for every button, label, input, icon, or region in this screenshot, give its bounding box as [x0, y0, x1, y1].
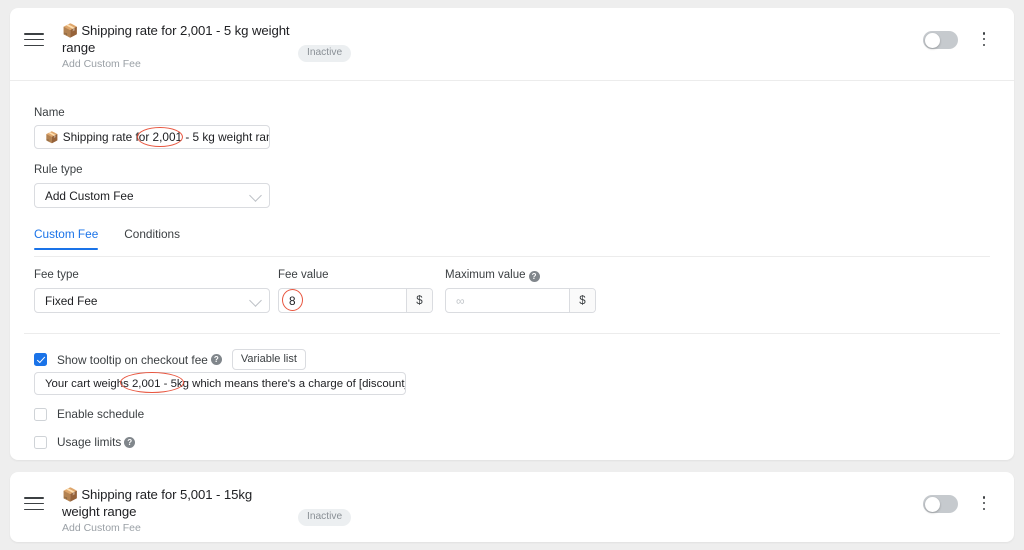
enable-schedule-label: Enable schedule — [57, 407, 145, 421]
tab-divider — [34, 256, 990, 257]
fee-section-divider — [24, 333, 1000, 334]
maximum-value-currency-suffix: $ — [569, 289, 595, 312]
chevron-down-icon — [249, 188, 262, 202]
card-header-text: 📦 Shipping rate for 2,001 - 5 kg weight r… — [62, 22, 292, 71]
rule-type-select[interactable]: Add Custom Fee — [34, 183, 270, 208]
fee-value-input[interactable]: 8 — [279, 289, 406, 312]
drag-handle-icon[interactable] — [24, 33, 44, 47]
card-header-text: 📦 Shipping rate for 5,001 - 15kg weight r… — [62, 486, 292, 535]
enable-schedule-checkbox[interactable] — [34, 407, 47, 421]
rule-type-value: Add Custom Fee — [45, 188, 134, 203]
chevron-down-icon — [249, 293, 262, 307]
maximum-value-input[interactable]: ∞ — [446, 289, 569, 312]
maximum-value-label: Maximum value? — [445, 268, 540, 282]
fee-type-label: Fee type — [34, 269, 79, 281]
enable-schedule-row: Enable schedule — [34, 407, 144, 421]
question-mark-icon[interactable]: ? — [528, 271, 540, 282]
tab-bar: Custom Fee Conditions — [34, 227, 180, 250]
name-input-value: Shipping rate for 2,001 - 5 kg weight ra… — [62, 130, 270, 144]
card-title-text: Shipping rate for 2,001 - 5 kg weight ra… — [62, 23, 290, 55]
rule-type-label: Rule type — [34, 164, 83, 176]
fee-value-label: Fee value — [278, 269, 329, 281]
show-tooltip-row: Show tooltip on checkout fee ? Variable … — [34, 349, 306, 371]
status-badge: Inactive — [298, 509, 352, 527]
tab-conditions[interactable]: Conditions — [124, 227, 180, 250]
fee-type-value: Fixed Fee — [45, 293, 98, 308]
package-icon: 📦 — [62, 487, 79, 502]
question-mark-icon[interactable]: ? — [124, 436, 136, 448]
tooltip-text-input[interactable]: Your cart weighs 2,001 - 5kg which means… — [34, 372, 406, 395]
status-badge: Inactive — [298, 45, 352, 63]
maximum-value-label-text: Maximum value — [445, 269, 526, 281]
name-input[interactable]: 📦 Shipping rate for 2,001 - 5 kg weight r… — [34, 125, 270, 149]
toggle-knob — [924, 496, 940, 512]
fee-value-input-group: 8 $ — [278, 288, 433, 313]
variable-list-button[interactable]: Variable list — [231, 349, 306, 371]
more-vertical-icon[interactable] — [976, 496, 992, 512]
card-header: 📦 Shipping rate for 2,001 - 5 kg weight r… — [10, 8, 1014, 72]
shipping-rule-card-second: 📦 Shipping rate for 5,001 - 15kg weight r… — [10, 472, 1014, 542]
show-tooltip-checkbox[interactable] — [34, 353, 47, 367]
usage-limits-checkbox[interactable] — [34, 435, 47, 449]
fee-value-field: 8 $ — [278, 288, 433, 313]
package-icon: 📦 — [62, 23, 79, 38]
fee-value-currency-suffix: $ — [406, 289, 432, 312]
card-header: 📦 Shipping rate for 5,001 - 15kg weight r… — [10, 472, 1014, 536]
question-mark-icon[interactable]: ? — [210, 354, 222, 366]
package-icon: 📦 — [45, 131, 59, 144]
rule-enable-toggle[interactable] — [923, 31, 958, 49]
shipping-rule-card-main: 📦 Shipping rate for 2,001 - 5 kg weight r… — [10, 8, 1014, 460]
rule-enable-toggle[interactable] — [923, 495, 958, 513]
card-title: 📦 Shipping rate for 5,001 - 15kg weight r… — [62, 486, 292, 520]
show-tooltip-label: Show tooltip on checkout fee — [57, 352, 208, 367]
maximum-value-input-group: ∞ $ — [445, 288, 596, 313]
drag-handle-icon[interactable] — [24, 497, 44, 511]
toggle-knob — [924, 32, 940, 48]
page-root: 📦 Shipping rate for 2,001 - 5 kg weight r… — [0, 0, 1024, 550]
maximum-value-field: ∞ $ — [445, 288, 596, 313]
card-subtitle: Add Custom Fee — [62, 58, 141, 70]
usage-limits-row: Usage limits ? — [34, 435, 136, 449]
more-vertical-icon[interactable] — [976, 32, 992, 48]
fee-type-select[interactable]: Fixed Fee — [34, 288, 270, 313]
tab-custom-fee[interactable]: Custom Fee — [34, 227, 99, 250]
usage-limits-label: Usage limits — [57, 435, 122, 449]
card-title: 📦 Shipping rate for 2,001 - 5 kg weight r… — [62, 22, 292, 56]
name-label: Name — [34, 107, 65, 119]
card-title-text: Shipping rate for 5,001 - 15kg weight ra… — [62, 487, 253, 519]
header-divider — [10, 80, 1014, 81]
card-subtitle: Add Custom Fee — [62, 522, 141, 534]
